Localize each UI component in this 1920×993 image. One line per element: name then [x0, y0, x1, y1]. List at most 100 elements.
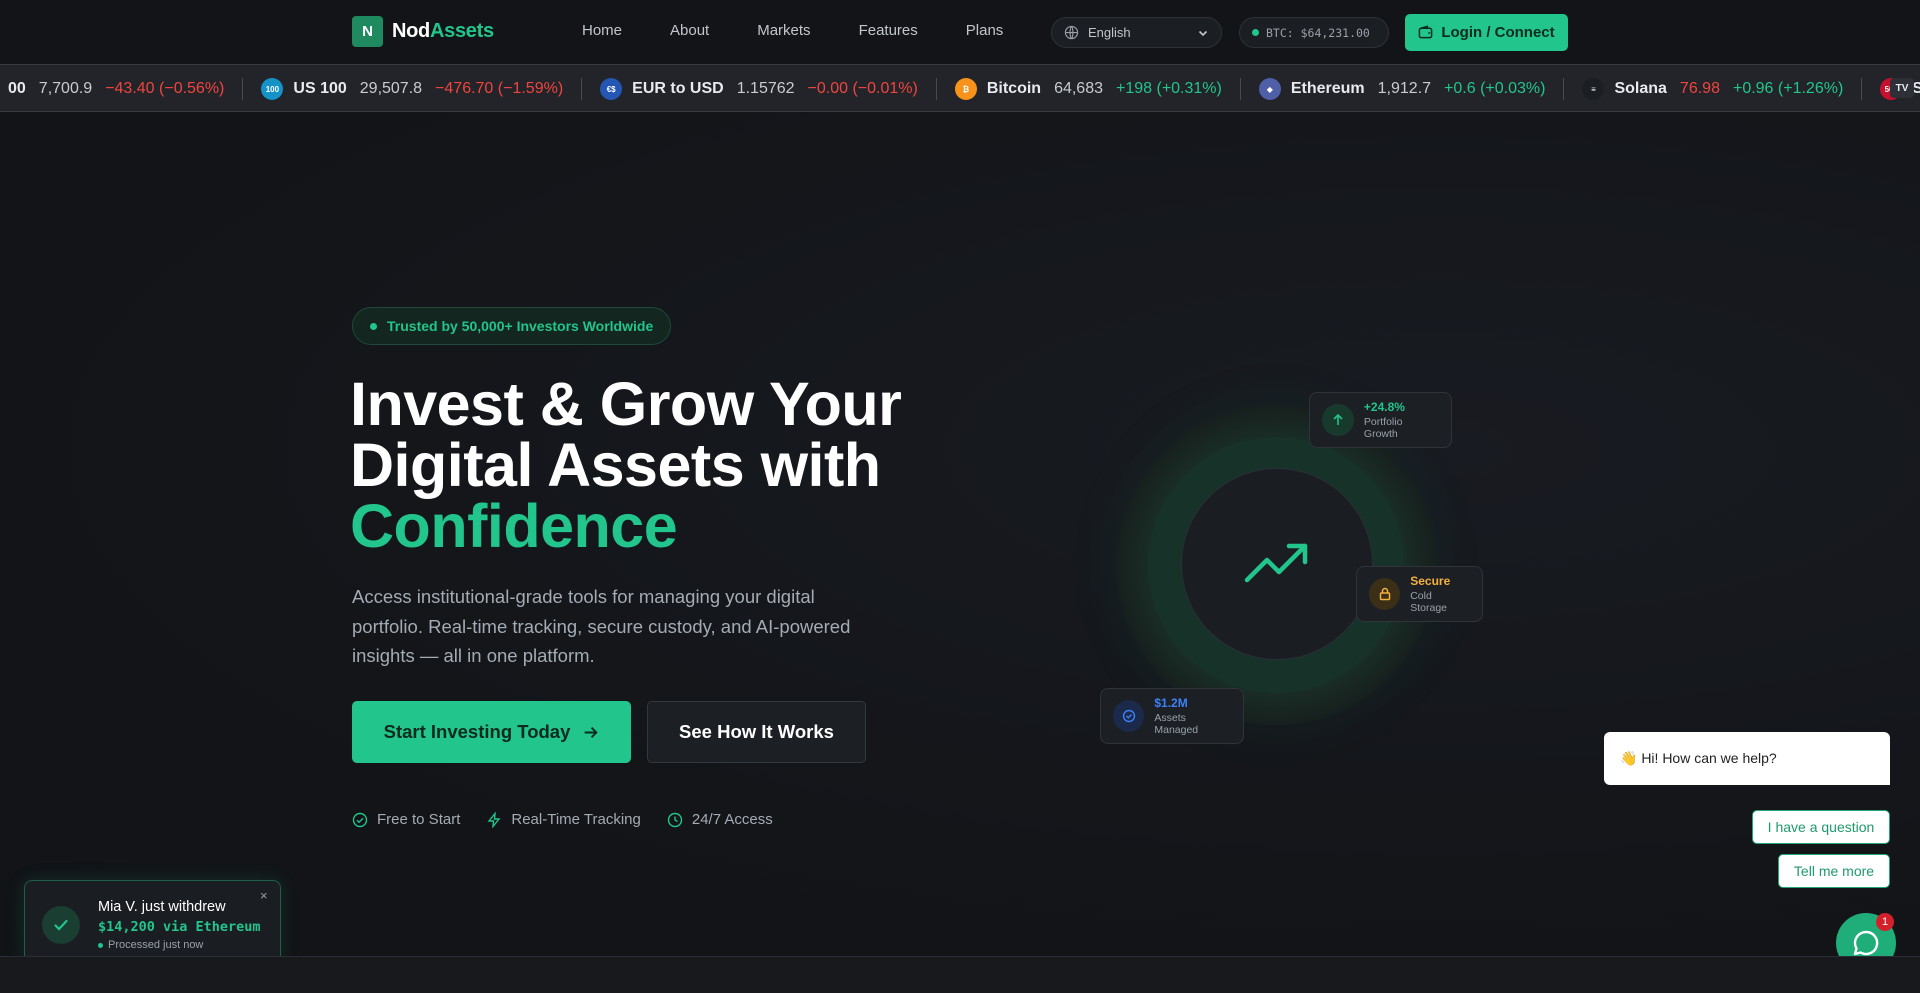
growth-value: +24.8%: [1363, 400, 1405, 414]
arrow-up-icon: [1322, 404, 1354, 436]
nav-link-home[interactable]: Home: [582, 22, 622, 39]
hero-lead: Access institutional-grade tools for man…: [352, 586, 851, 666]
clock-icon: [667, 812, 683, 827]
start-investing-label: Start Investing Today: [383, 721, 571, 742]
ticker-item[interactable]: ₿ Bitcoin 64,683 +198 (+0.31%): [943, 65, 1234, 111]
next-section-edge: [0, 956, 1920, 993]
ticker-separator: [242, 78, 244, 100]
ticker-price: 7,700.9: [38, 80, 93, 97]
logo-text-part-1: Nod: [392, 20, 430, 42]
ticker-item[interactable]: ≡ Solana 76.98 +0.96 (+1.26%): [1570, 65, 1855, 111]
ticker-separator: [1239, 78, 1241, 100]
btc-price-pill: BTC: $64,231.00: [1239, 17, 1389, 48]
brand-logo[interactable]: N NodAssets: [352, 16, 494, 47]
login-connect-button[interactable]: Login / Connect: [1405, 14, 1568, 51]
ticker-name: Ethereum: [1290, 80, 1365, 97]
secure-storage-card: Secure Cold Storage: [1356, 566, 1483, 622]
assets-managed-card: $1.2M Assets Managed: [1100, 688, 1244, 744]
ticker-separator: [935, 78, 937, 100]
ticker-name: Solana: [1614, 80, 1667, 97]
chat-option-more-button[interactable]: Tell me more: [1778, 854, 1890, 888]
feature-item: 24/7 Access: [667, 811, 773, 828]
growth-label: Portfolio Growth: [1363, 416, 1403, 440]
nav-link-markets[interactable]: Markets: [757, 22, 810, 39]
feature-label: Real-Time Tracking: [511, 811, 641, 828]
ticker-change: +0.6 (+0.03%): [1444, 80, 1546, 97]
ticker-price: 1.15762: [736, 80, 795, 97]
tradingview-logo[interactable]: TV: [1890, 78, 1914, 98]
feature-label: 24/7 Access: [691, 811, 773, 828]
ticker-item[interactable]: €$ EUR to USD 1.15762 −0.00 (−0.01%): [588, 65, 930, 111]
trust-badge-text: Trusted by 50,000+ Investors Worldwide: [387, 318, 654, 334]
chat-unread-badge: 1: [1876, 913, 1894, 931]
ticker-name: Bitcoin: [986, 80, 1042, 97]
ticker-symbol-icon: ◆: [1258, 78, 1281, 100]
feature-list: Free to Start Real-Time Tracking 24/7 Ac…: [352, 811, 773, 828]
ticker-price: 76.98: [1679, 80, 1720, 97]
ticker-symbol-icon: €$: [600, 78, 623, 100]
badge-dot-icon: [370, 322, 377, 330]
see-how-it-works-button[interactable]: See How It Works: [647, 701, 866, 763]
chat-bubble-icon: [1853, 930, 1879, 956]
nav-links: Home About Markets Features Plans: [582, 22, 1051, 39]
ticker-separator: [581, 78, 583, 100]
notification-amount: $14,200 via Ethereum: [98, 919, 261, 935]
trending-up-icon: [1244, 543, 1308, 583]
live-dot-icon: [1252, 29, 1259, 36]
notification-title: Mia V. just withdrew: [98, 899, 226, 915]
notification-subtext: Processed just now: [98, 939, 203, 951]
ticker-change: −0.00 (−0.01%): [807, 80, 918, 97]
feature-item: Real-Time Tracking: [486, 811, 641, 828]
chat-greeting-bubble: 👋 Hi! How can we help?: [1604, 732, 1890, 785]
ticker-item[interactable]: 100 US 100 29,507.8 −476.70 (−1.59%): [249, 65, 575, 111]
start-investing-button[interactable]: Start Investing Today: [352, 701, 631, 763]
login-connect-label: Login / Connect: [1441, 24, 1555, 41]
hero-background: [0, 112, 1920, 956]
market-ticker: 00 7,700.9 −43.40 (−0.56%) 100 US 100 29,507.…: [0, 64, 1920, 112]
chat-greeting-text: 👋 Hi! How can we help?: [1620, 750, 1777, 766]
ticker-change: +198 (+0.31%): [1116, 80, 1222, 97]
ticker-symbol-icon: ₿: [954, 78, 977, 100]
portfolio-growth-card: +24.8% Portfolio Growth: [1309, 392, 1452, 448]
feature-item: Free to Start: [352, 811, 460, 828]
hero-title-line-1: Invest & Grow Your: [350, 370, 902, 438]
ticker-name: US 100: [293, 80, 347, 97]
ticker-name: 00: [8, 80, 26, 97]
arrow-right-icon: [585, 726, 599, 738]
ticker-symbol-icon: 100: [261, 78, 284, 100]
logo-mark: N: [352, 16, 383, 47]
ticker-separator: [1563, 78, 1565, 100]
assets-value: $1.2M: [1154, 696, 1188, 710]
secure-value: Secure: [1410, 574, 1451, 588]
ticker-name: EUR to USD: [632, 80, 724, 97]
status-dot-icon: [98, 942, 103, 948]
notification-status: Processed just now: [108, 939, 204, 951]
check-badge-icon: [1113, 700, 1145, 732]
lock-icon: [1369, 578, 1401, 610]
hero-title-accent: Confidence: [350, 492, 678, 560]
logo-text: NodAssets: [392, 20, 494, 43]
wallet-icon: [1418, 25, 1433, 39]
assets-label: Assets Managed: [1154, 712, 1199, 736]
nav-link-features[interactable]: Features: [859, 22, 918, 39]
close-icon[interactable]: ×: [260, 888, 268, 903]
withdrawal-notification: Mia V. just withdrew $14,200 via Ethereu…: [24, 880, 281, 968]
see-how-it-works-label: See How It Works: [679, 721, 834, 742]
ticker-symbol-icon: ≡: [1582, 78, 1605, 100]
chat-option-question-button[interactable]: I have a question: [1752, 810, 1890, 844]
logo-text-part-2: Assets: [429, 20, 494, 42]
top-nav: N NodAssets Home About Markets Features …: [0, 0, 1920, 64]
nav-link-plans[interactable]: Plans: [966, 22, 1004, 39]
ticker-item[interactable]: ◆ Ethereum 1,912.7 +0.6 (+0.03%): [1247, 65, 1558, 111]
chat-option-question-label: I have a question: [1767, 819, 1875, 835]
trust-badge: Trusted by 50,000+ Investors Worldwide: [352, 307, 672, 345]
check-icon: [42, 906, 80, 944]
language-select[interactable]: English: [1051, 17, 1222, 48]
feature-label: Free to Start: [377, 811, 461, 828]
ticker-track: 00 7,700.9 −43.40 (−0.56%) 100 US 100 29,507.…: [0, 65, 1920, 111]
chat-option-more-label: Tell me more: [1793, 863, 1875, 879]
nav-link-about[interactable]: About: [670, 22, 709, 39]
ticker-change: −476.70 (−1.59%): [435, 80, 564, 97]
lightning-icon: [487, 811, 501, 828]
ticker-item[interactable]: 00 7,700.9 −43.40 (−0.56%): [0, 65, 236, 111]
